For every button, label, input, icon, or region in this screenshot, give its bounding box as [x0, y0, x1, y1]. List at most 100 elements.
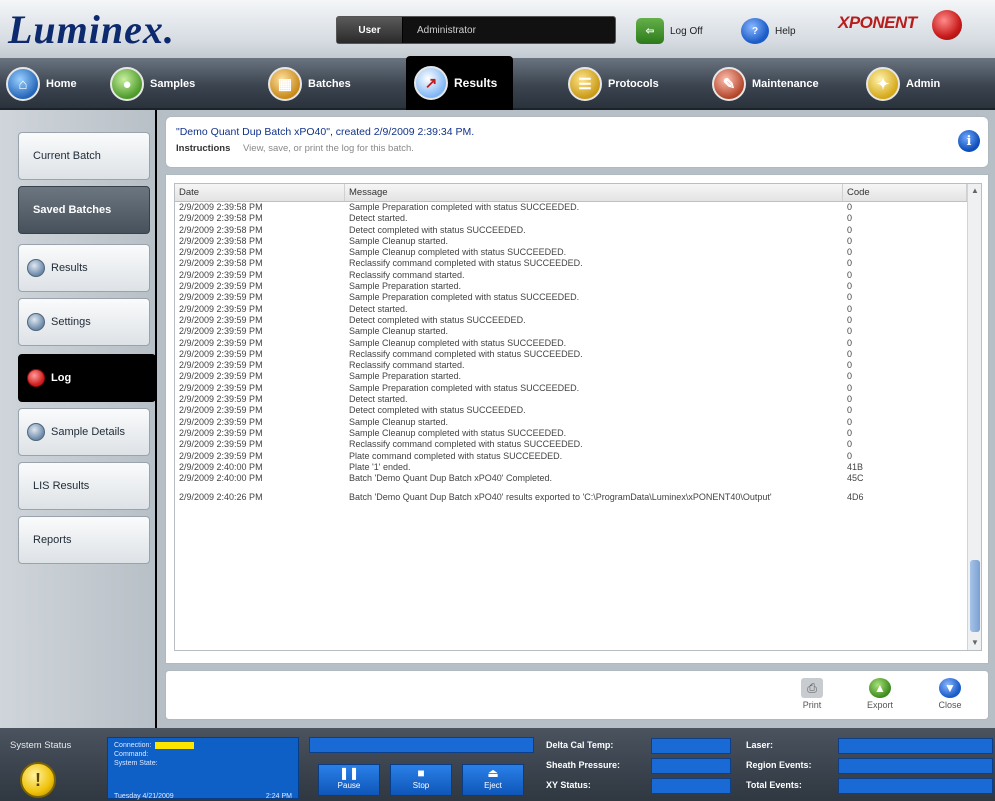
log-row[interactable]: 2/9/2009 2:39:59 PM Reclassify command st… [175, 360, 981, 371]
help-button[interactable]: ? Help [741, 17, 796, 45]
log-row[interactable]: 2/9/2009 2:39:59 PM Reclassify command co… [175, 439, 981, 450]
log-row[interactable]: 2/9/2009 2:39:59 PM Sample Cleanup comple… [175, 338, 981, 349]
log-row[interactable]: 2/9/2009 2:39:59 PM Detect started. 0 [175, 304, 981, 315]
nav-admin[interactable]: ✦ Admin [866, 64, 940, 104]
log-row[interactable]: 2/9/2009 2:39:59 PM Sample Preparation co… [175, 292, 981, 303]
nav-results[interactable]: ↗ Results [406, 56, 514, 110]
system-status-panel: Connection: Command: System State: Tuesd… [107, 737, 299, 801]
help-icon: ? [741, 18, 769, 44]
print-button[interactable]: ⎙ Print [784, 675, 840, 717]
sidebar-reports[interactable]: Reports [18, 516, 150, 564]
log-row[interactable]: 2/9/2009 2:40:00 PM Plate '1' ended. 41B [175, 462, 981, 473]
status-bar: System Status ! Connection: Command: Sys… [0, 728, 995, 801]
sidebar-settings[interactable]: Settings [18, 298, 150, 346]
sidebar-results[interactable]: Results [18, 244, 150, 292]
scroll-up-icon[interactable]: ▲ [968, 184, 981, 198]
column-header-date[interactable]: Date [175, 184, 345, 201]
region-events-value [838, 758, 993, 774]
scroll-thumb[interactable] [970, 560, 980, 632]
eject-button[interactable]: ⏏ Eject [462, 764, 524, 796]
log-message-cell: Sample Cleanup completed with status SUC… [349, 337, 567, 348]
nav-batches[interactable]: ▦ Batches [268, 64, 351, 104]
log-message-cell: Plate command completed with status SUCC… [349, 450, 563, 461]
log-row[interactable]: 2/9/2009 2:39:59 PM Sample Cleanup starte… [175, 417, 981, 428]
admin-icon: ✦ [866, 67, 900, 101]
info-icon[interactable]: i [958, 130, 980, 152]
log-code-cell: 4D6 [847, 492, 864, 503]
connection-row: Connection: [114, 741, 292, 750]
log-row[interactable]: 2/9/2009 2:39:59 PM Reclassify command st… [175, 270, 981, 281]
log-row[interactable]: 2/9/2009 2:39:59 PM Sample Preparation co… [175, 383, 981, 394]
column-header-code[interactable]: Code [843, 184, 967, 201]
nav-home[interactable]: ⌂ Home [6, 64, 77, 104]
sidebar-current-batch[interactable]: Current Batch [18, 132, 150, 180]
log-row[interactable]: 2/9/2009 2:40:26 PM Batch 'Demo Quant Dup… [175, 484, 981, 511]
logoff-icon: ⇦ [636, 18, 664, 44]
log-message-cell: Plate '1' ended. [349, 461, 411, 472]
log-date-cell: 2/9/2009 2:39:59 PM [179, 382, 263, 393]
log-date-cell: 2/9/2009 2:40:26 PM [179, 492, 263, 503]
log-row[interactable]: 2/9/2009 2:39:58 PM Detect started. 0 [175, 213, 981, 224]
log-scrollbar[interactable]: ▲ ▼ [967, 184, 981, 650]
log-code-cell: 0 [847, 269, 853, 280]
log-row[interactable]: 2/9/2009 2:39:59 PM Detect completed with… [175, 405, 981, 416]
close-button[interactable]: ▼ Close [922, 675, 978, 717]
log-code-cell: 45C [847, 473, 864, 484]
log-row[interactable]: 2/9/2009 2:39:58 PM Sample Preparation co… [175, 202, 981, 213]
log-row[interactable]: 2/9/2009 2:39:59 PM Detect completed with… [175, 315, 981, 326]
log-date-cell: 2/9/2009 2:40:00 PM [179, 473, 263, 484]
log-row[interactable]: 2/9/2009 2:39:59 PM Sample Preparation st… [175, 371, 981, 382]
log-code-cell: 0 [847, 303, 853, 314]
stop-button[interactable]: ■ Stop [390, 764, 452, 796]
log-row[interactable]: 2/9/2009 2:39:58 PM Detect completed with… [175, 225, 981, 236]
log-row[interactable]: 2/9/2009 2:39:58 PM Sample Cleanup starte… [175, 236, 981, 247]
nav-maintenance[interactable]: ✎ Maintenance [712, 64, 819, 104]
pause-icon: ❚❚ [338, 766, 360, 780]
results-icon: ↗ [414, 66, 448, 100]
warning-icon[interactable]: ! [20, 762, 56, 798]
log-message-cell: Reclassify command started. [349, 360, 465, 371]
log-message-cell: Reclassify command completed with status… [349, 348, 583, 359]
sidebar-lis-results[interactable]: LIS Results [18, 462, 150, 510]
xy-status-label: XY Status: [546, 780, 591, 790]
log-code-cell: 0 [847, 202, 853, 212]
log-message-cell: Sample Cleanup completed with status SUC… [349, 247, 567, 258]
instructions-label: Instructions [176, 143, 231, 154]
log-row[interactable]: 2/9/2009 2:39:59 PM Sample Cleanup comple… [175, 428, 981, 439]
sidebar-log[interactable]: Log [18, 354, 156, 402]
datetime-row: Tuesday 4/21/2009 2:24 PM [114, 792, 292, 801]
log-row[interactable]: 2/9/2009 2:39:59 PM Reclassify command co… [175, 349, 981, 360]
nav-samples[interactable]: ● Samples [110, 64, 195, 104]
log-date-cell: 2/9/2009 2:40:00 PM [179, 461, 263, 472]
log-date-cell: 2/9/2009 2:39:58 PM [179, 202, 263, 212]
log-message-cell: Sample Cleanup started. [349, 235, 449, 246]
scroll-down-icon[interactable]: ▼ [968, 636, 981, 650]
log-date-cell: 2/9/2009 2:39:59 PM [179, 314, 263, 325]
log-row[interactable]: 2/9/2009 2:39:59 PM Plate command complet… [175, 451, 981, 462]
laser-label: Laser: [746, 740, 774, 750]
log-date-cell: 2/9/2009 2:39:58 PM [179, 258, 263, 269]
log-row[interactable]: 2/9/2009 2:39:58 PM Sample Cleanup comple… [175, 247, 981, 258]
nav-admin-label: Admin [906, 78, 941, 90]
protocols-icon: ☰ [568, 67, 602, 101]
log-code-cell: 0 [847, 326, 853, 337]
log-row[interactable]: 2/9/2009 2:40:00 PM Batch 'Demo Quant Dup… [175, 473, 981, 484]
nav-protocols[interactable]: ☰ Protocols [568, 64, 659, 104]
log-row[interactable]: 2/9/2009 2:39:59 PM Sample Cleanup starte… [175, 326, 981, 337]
log-code-cell: 0 [847, 382, 853, 393]
delta-cal-temp-value [651, 738, 731, 754]
settings-bullet-icon [27, 313, 45, 331]
log-row[interactable]: 2/9/2009 2:39:58 PM Reclassify command co… [175, 258, 981, 269]
sidebar-sample-details[interactable]: Sample Details [18, 408, 150, 456]
nav-samples-label: Samples [150, 78, 196, 90]
log-date-cell: 2/9/2009 2:39:59 PM [179, 337, 263, 348]
pause-button[interactable]: ❚❚ Pause [318, 764, 380, 796]
column-header-message[interactable]: Message [345, 184, 843, 201]
export-button[interactable]: ▲ Export [852, 675, 908, 717]
sidebar-lis-results-label: LIS Results [33, 480, 90, 492]
log-row[interactable]: 2/9/2009 2:39:59 PM Sample Preparation st… [175, 281, 981, 292]
log-date-cell: 2/9/2009 2:39:58 PM [179, 224, 263, 235]
logoff-button[interactable]: ⇦ Log Off [636, 17, 703, 45]
log-row[interactable]: 2/9/2009 2:39:59 PM Detect started. 0 [175, 394, 981, 405]
sidebar-saved-batches[interactable]: Saved Batches [18, 186, 150, 234]
